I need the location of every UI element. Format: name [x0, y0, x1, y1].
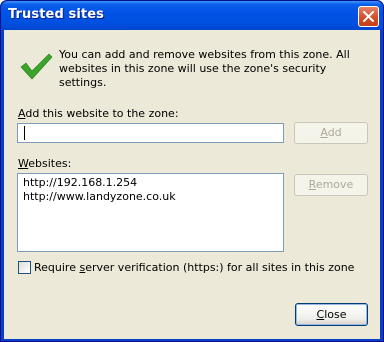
add-website-input[interactable] — [17, 123, 284, 143]
list-item[interactable]: http://www.landyzone.co.uk — [23, 190, 283, 204]
add-button[interactable]: Add — [294, 122, 368, 144]
checkmark-icon — [20, 53, 53, 80]
text-cursor — [24, 126, 25, 140]
websites-label: Websites: — [18, 157, 72, 170]
require-https-checkbox[interactable] — [18, 261, 31, 274]
close-button[interactable]: Close — [295, 303, 368, 326]
zone-description: You can add and remove websites from thi… — [59, 48, 350, 89]
window-title: Trusted sites — [8, 7, 104, 22]
title-close-button[interactable] — [358, 6, 379, 27]
require-https-label[interactable]: Require server verification (https:) for… — [34, 261, 354, 274]
websites-list[interactable]: http://192.168.1.254 http://www.landyzon… — [17, 173, 284, 252]
trusted-sites-dialog: Trusted sites You can add and remove web… — [0, 0, 384, 342]
title-bar[interactable]: Trusted sites — [1, 1, 383, 30]
dialog-body: You can add and remove websites from thi… — [4, 30, 380, 339]
close-icon — [363, 11, 374, 22]
add-website-label: Add this website to the zone: — [18, 107, 179, 120]
remove-button[interactable]: Remove — [294, 174, 368, 196]
list-item[interactable]: http://192.168.1.254 — [23, 176, 283, 190]
